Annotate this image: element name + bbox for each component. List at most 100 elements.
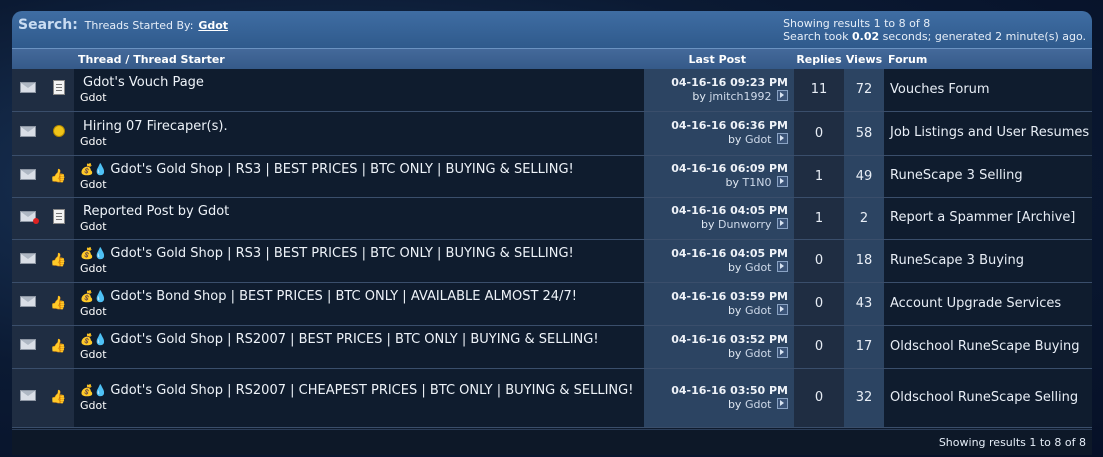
table-row: 👍 💰💧 Gdot's Gold Shop | RS3 | BEST PRICES… bbox=[12, 155, 1092, 198]
thread-status-cell bbox=[12, 368, 43, 428]
forum-link[interactable]: Oldschool RuneScape Selling bbox=[884, 368, 1092, 428]
last-post-cell: 04-16-16 06:36 PM by Gdot bbox=[644, 111, 794, 156]
last-post-user-link[interactable]: Gdot bbox=[745, 133, 772, 146]
thumbs-up-icon: 👍 bbox=[50, 296, 67, 311]
thumbs-up-icon: 👍 bbox=[50, 339, 67, 354]
thread-icon-cell: 👍 bbox=[43, 368, 74, 428]
table-row: 👍 💰💧 Gdot's Gold Shop | RS2007 | CHEAPEST… bbox=[12, 368, 1092, 428]
search-meta: Showing results 1 to 8 of 8 Search took … bbox=[783, 17, 1086, 43]
thread-title-link[interactable]: Reported Post by Gdot bbox=[80, 204, 644, 220]
last-post-cell: 04-16-16 03:52 PM by Gdot bbox=[644, 325, 794, 369]
go-to-last-post-icon[interactable] bbox=[777, 260, 788, 272]
last-post-user-link[interactable]: Gdot bbox=[745, 261, 772, 274]
last-post-user-link[interactable]: Gdot bbox=[745, 304, 772, 317]
last-post-user-link[interactable]: Gdot bbox=[745, 347, 772, 360]
table-row: 👍 💰💧 Gdot's Gold Shop | RS3 | BEST PRICES… bbox=[12, 239, 1092, 283]
search-subtitle: Threads Started By: bbox=[84, 19, 194, 32]
thread-starter-link[interactable]: Gdot bbox=[80, 178, 644, 191]
envelope-icon bbox=[19, 82, 36, 94]
forum-link[interactable]: Account Upgrade Services bbox=[884, 282, 1092, 326]
replies-count[interactable]: 11 bbox=[794, 69, 844, 112]
envelope-icon bbox=[19, 390, 36, 401]
go-to-last-post-icon[interactable] bbox=[777, 346, 788, 358]
search-label: Search: bbox=[18, 17, 78, 33]
go-to-last-post-icon[interactable] bbox=[777, 218, 788, 229]
forum-link[interactable]: RuneScape 3 Selling bbox=[884, 155, 1092, 198]
thread-status-cell bbox=[12, 69, 43, 112]
threads-table: Thread / Thread Starter Last Post Replie… bbox=[12, 49, 1092, 428]
last-post-date: 04-16-16 09:23 PM bbox=[671, 75, 788, 89]
last-post-date: 04-16-16 04:05 PM bbox=[671, 204, 788, 217]
thread-starter-link[interactable]: Gdot bbox=[80, 262, 644, 275]
thread-status-cell bbox=[12, 282, 43, 326]
thread-starter-link[interactable]: Gdot bbox=[80, 220, 644, 233]
thread-starter-link[interactable]: Gdot bbox=[80, 135, 644, 148]
column-forum[interactable]: Forum bbox=[884, 49, 1092, 69]
forum-link[interactable]: Vouches Forum bbox=[884, 69, 1092, 112]
money-bag-icon: 💰💧 bbox=[80, 290, 108, 303]
column-replies[interactable]: Replies bbox=[794, 49, 844, 69]
go-to-last-post-icon[interactable] bbox=[777, 176, 788, 187]
thread-title-link[interactable]: Gdot's Vouch Page bbox=[80, 75, 644, 91]
thread-title-link[interactable]: Hiring 07 Firecaper(s). bbox=[80, 119, 644, 135]
thread-title-link[interactable]: 💰💧 Gdot's Gold Shop | RS2007 | CHEAPEST P… bbox=[80, 383, 644, 399]
thread-icon-cell: 👍 bbox=[43, 155, 74, 198]
thread-title-link[interactable]: 💰💧 Gdot's Gold Shop | RS3 | BEST PRICES |… bbox=[80, 162, 644, 178]
replies-count[interactable]: 1 bbox=[794, 197, 844, 240]
last-post-user-link[interactable]: Gdot bbox=[745, 398, 772, 411]
thread-starter-link[interactable]: Gdot bbox=[80, 91, 644, 104]
last-post-date: 04-16-16 06:09 PM bbox=[671, 162, 788, 175]
last-post-cell: 04-16-16 04:05 PM by Gdot bbox=[644, 239, 794, 283]
last-post-date: 04-16-16 04:05 PM bbox=[671, 246, 788, 260]
replies-count[interactable]: 0 bbox=[794, 368, 844, 428]
last-post-cell: 04-16-16 04:05 PM by Dunworry bbox=[644, 197, 794, 240]
forum-link[interactable]: Job Listings and User Resumes bbox=[884, 111, 1092, 156]
thread-starter-link[interactable]: Gdot bbox=[80, 399, 644, 412]
go-to-last-post-icon[interactable] bbox=[777, 89, 788, 101]
thread-title-cell: 💰💧 Gdot's Bond Shop | BEST PRICES | BTC O… bbox=[74, 282, 644, 326]
table-header-row: Thread / Thread Starter Last Post Replie… bbox=[12, 49, 1092, 69]
last-post-user-link[interactable]: jmitch1992 bbox=[709, 90, 771, 103]
thread-status-cell bbox=[12, 197, 43, 240]
replies-count[interactable]: 1 bbox=[794, 155, 844, 198]
replies-count[interactable]: 0 bbox=[794, 111, 844, 156]
views-count: 72 bbox=[844, 69, 884, 112]
thread-title-cell: 💰💧 Gdot's Gold Shop | RS3 | BEST PRICES |… bbox=[74, 239, 644, 283]
column-last-post[interactable]: Last Post bbox=[644, 49, 794, 69]
last-post-cell: 04-16-16 03:59 PM by Gdot bbox=[644, 282, 794, 326]
last-post-user-link[interactable]: Dunworry bbox=[718, 218, 772, 231]
forum-link[interactable]: Report a Spammer [Archive] bbox=[884, 197, 1092, 240]
thumbs-up-icon: 👍 bbox=[50, 390, 67, 405]
replies-count[interactable]: 0 bbox=[794, 239, 844, 283]
last-post-user-link[interactable]: T1N0 bbox=[743, 176, 772, 189]
replies-count[interactable]: 0 bbox=[794, 325, 844, 369]
thread-starter-link[interactable]: Gdot bbox=[80, 348, 644, 361]
go-to-last-post-icon[interactable] bbox=[777, 303, 788, 315]
search-results-panel: Search: Threads Started By: Gdot Showing… bbox=[12, 11, 1092, 455]
views-count: 32 bbox=[844, 368, 884, 428]
thread-status-cell bbox=[12, 111, 43, 156]
column-views[interactable]: Views bbox=[844, 49, 884, 69]
thread-status-cell bbox=[12, 155, 43, 198]
thread-title-link[interactable]: 💰💧 Gdot's Gold Shop | RS2007 | BEST PRICE… bbox=[80, 332, 644, 348]
thread-title-cell: 💰💧 Gdot's Gold Shop | RS3 | BEST PRICES |… bbox=[74, 155, 644, 198]
results-footer: Showing results 1 to 8 of 8 bbox=[12, 429, 1092, 455]
thread-status-cell bbox=[12, 239, 43, 283]
go-to-last-post-icon[interactable] bbox=[777, 397, 788, 409]
last-post-date: 04-16-16 03:52 PM bbox=[671, 332, 788, 346]
forum-link[interactable]: RuneScape 3 Buying bbox=[884, 239, 1092, 283]
last-post-cell: 04-16-16 03:50 PM by Gdot bbox=[644, 368, 794, 428]
replies-count[interactable]: 0 bbox=[794, 282, 844, 326]
search-title: Search: Threads Started By: Gdot bbox=[18, 17, 228, 33]
last-post-cell: 04-16-16 09:23 PM by jmitch1992 bbox=[644, 69, 794, 112]
forum-link[interactable]: Oldschool RuneScape Buying bbox=[884, 325, 1092, 369]
lightbulb-icon bbox=[52, 125, 65, 141]
thread-starter-link[interactable]: Gdot bbox=[80, 305, 644, 318]
thread-title-link[interactable]: 💰💧 Gdot's Bond Shop | BEST PRICES | BTC O… bbox=[80, 289, 644, 305]
column-thread[interactable]: Thread / Thread Starter bbox=[74, 49, 644, 69]
thread-title-link[interactable]: 💰💧 Gdot's Gold Shop | RS3 | BEST PRICES |… bbox=[80, 246, 644, 262]
views-count: 17 bbox=[844, 325, 884, 369]
search-user-link[interactable]: Gdot bbox=[198, 19, 228, 32]
go-to-last-post-icon[interactable] bbox=[777, 133, 788, 144]
table-row: 👍 💰💧 Gdot's Gold Shop | RS2007 | BEST PRI… bbox=[12, 325, 1092, 369]
